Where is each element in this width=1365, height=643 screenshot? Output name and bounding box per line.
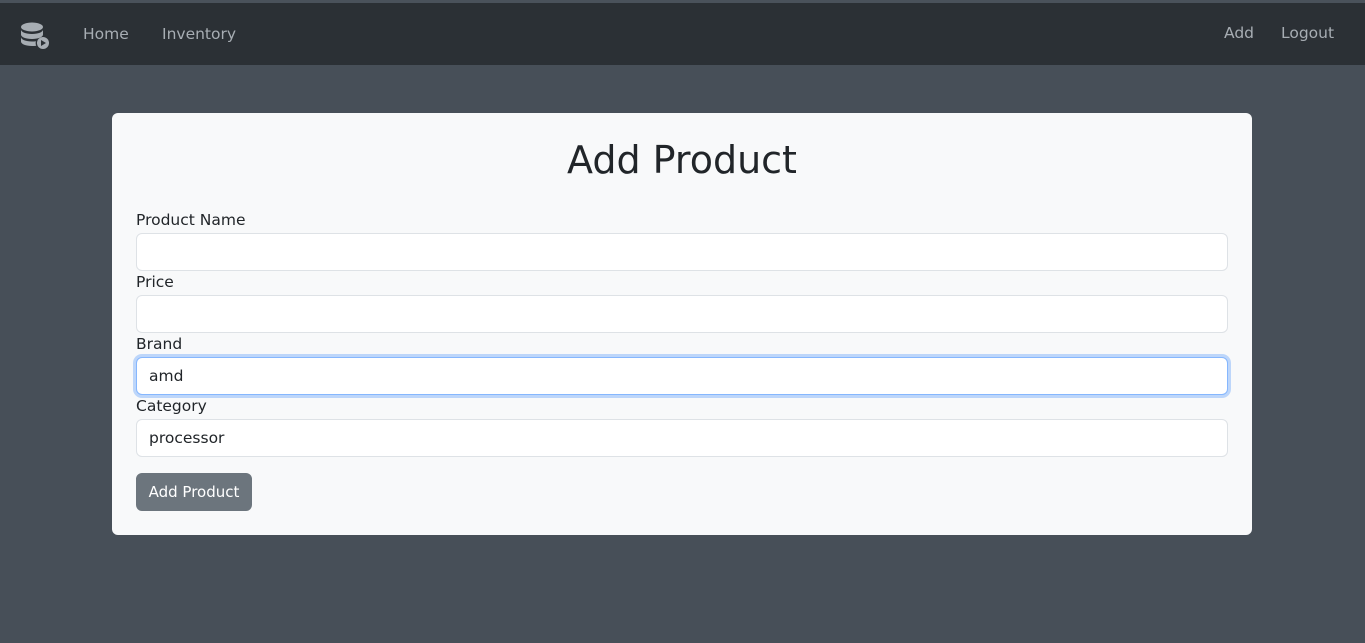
add-product-button[interactable]: Add Product	[136, 473, 252, 511]
page-title: Add Product	[567, 138, 797, 182]
nav-add-link[interactable]: Add	[1224, 23, 1254, 43]
nav-logout-link[interactable]: Logout	[1281, 23, 1334, 43]
brand-label: Brand	[136, 335, 183, 353]
product-name-label: Product Name	[136, 211, 246, 229]
nav-home-link[interactable]: Home	[83, 24, 129, 44]
category-label: Category	[136, 397, 207, 415]
price-label: Price	[136, 273, 174, 291]
category-input[interactable]	[136, 419, 1228, 457]
nav-inventory-link[interactable]: Inventory	[162, 24, 236, 44]
brand-input[interactable]	[136, 357, 1228, 395]
add-product-card: Add Product Product Name Price Brand Cat…	[112, 113, 1252, 535]
price-input[interactable]	[136, 295, 1228, 333]
top-navbar: Home Inventory Add Logout	[0, 3, 1365, 65]
product-name-input[interactable]	[136, 233, 1228, 271]
database-icon[interactable]	[20, 22, 50, 50]
